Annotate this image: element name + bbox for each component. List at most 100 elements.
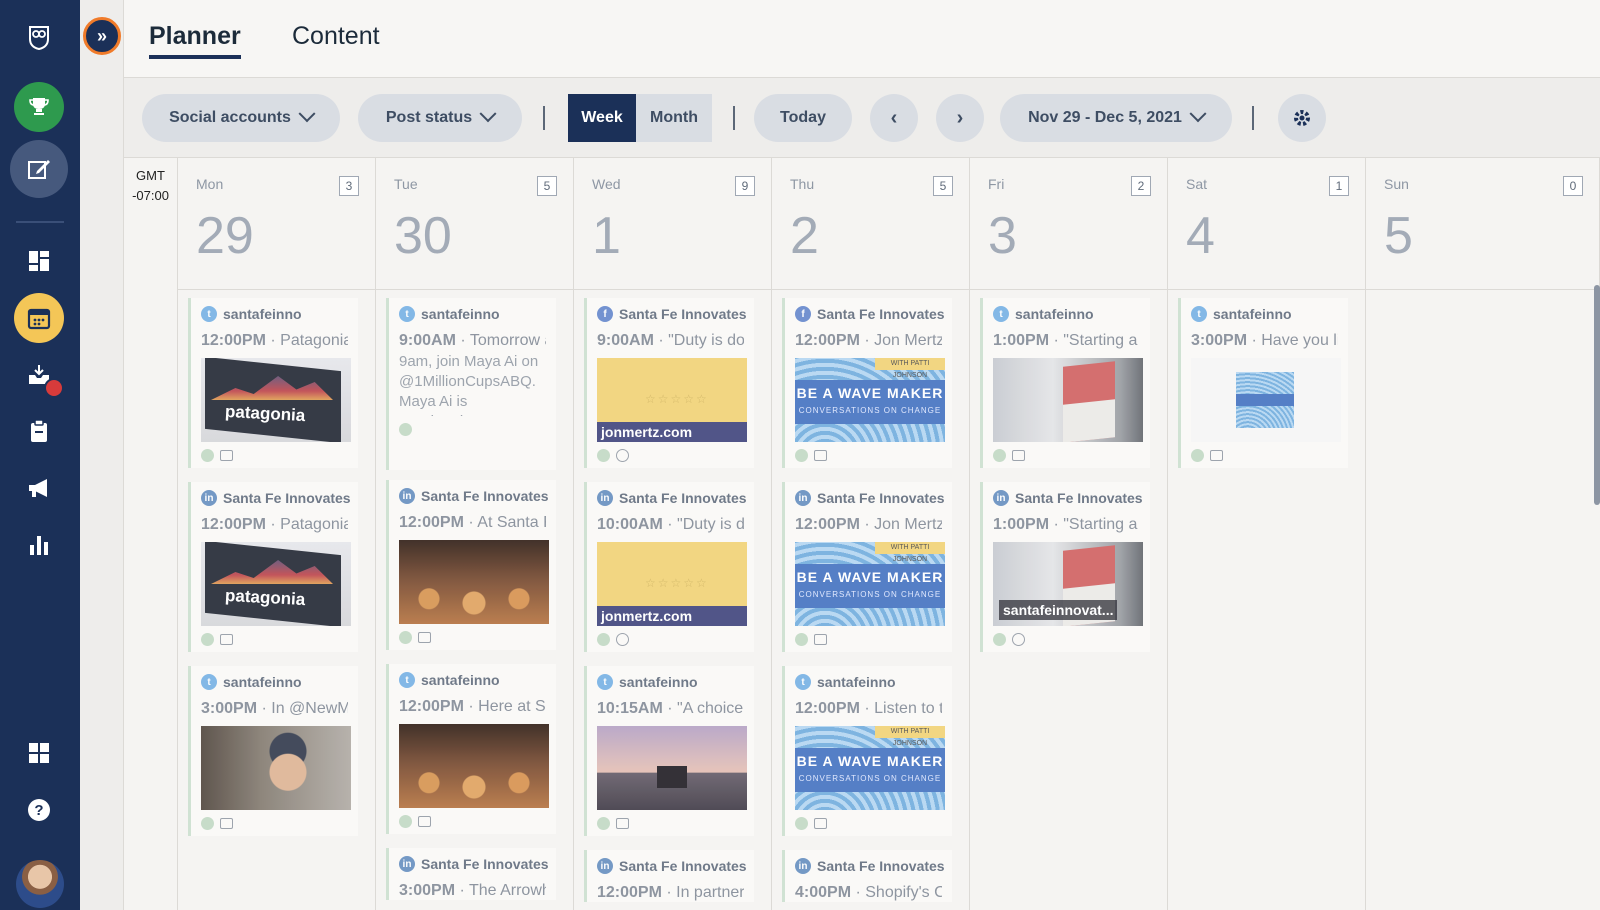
image-logo-text: patagonia [224, 401, 306, 426]
tab-content[interactable]: Content [292, 22, 380, 51]
left-navigation: ? [0, 0, 80, 910]
post-text: "Duty is doi [668, 332, 744, 349]
day-header-fri[interactable]: Fri 2 3 [970, 158, 1168, 290]
post-text: At Santa F [477, 514, 546, 531]
toolbar-divider [733, 106, 735, 130]
day-header-sun[interactable]: Sun 0 5 [1366, 158, 1600, 290]
post-image [201, 726, 351, 810]
apps-grid-icon[interactable] [14, 728, 64, 778]
megaphone-icon[interactable] [14, 463, 64, 513]
user-avatar[interactable] [16, 860, 64, 908]
today-button[interactable]: Today [754, 94, 852, 142]
month-view-button[interactable]: Month [636, 94, 712, 142]
twitter-icon: t [993, 306, 1009, 322]
post-time: 3:00PM [1191, 332, 1248, 349]
post-separator: · [455, 882, 469, 899]
post-count-badge: 0 [1563, 176, 1583, 196]
post-card[interactable]: f Santa Fe Innovates 9:00AM · "Duty is do… [584, 298, 754, 468]
link-preview-caption: santafeinnovat... [999, 600, 1118, 620]
clipboard-icon[interactable] [14, 406, 64, 456]
post-text: In @NewMe [271, 700, 348, 717]
post-card[interactable]: in Santa Fe Innovates 1:00PM · "Starting … [980, 482, 1150, 652]
day-header-mon[interactable]: Mon 3 29 [178, 158, 376, 290]
owl-logo-icon[interactable] [14, 12, 64, 62]
week-view-button[interactable]: Week [568, 94, 636, 142]
post-card[interactable]: t santafeinno 12:00PM · Here at Sa [386, 664, 556, 834]
linkedin-icon: in [597, 490, 613, 506]
date-range-dropdown[interactable]: Nov 29 - Dec 5, 2021 [1000, 94, 1232, 142]
post-text: Patagonia [280, 332, 348, 349]
settings-button[interactable] [1278, 94, 1326, 142]
day-name: Mon [196, 176, 224, 192]
post-card[interactable]: in Santa Fe Innovates 3:00PM · The Arrowh [386, 848, 556, 900]
collapsed-panel-strip: » [80, 0, 124, 910]
post-card[interactable]: t santafeinno 12:00PM · Listen to t WITH … [782, 666, 952, 836]
next-week-button[interactable]: › [936, 94, 984, 142]
help-icon[interactable]: ? [14, 785, 64, 835]
post-card[interactable]: t santafeinno 12:00PM · Patagonia patagon… [188, 298, 358, 468]
post-separator: · [265, 516, 281, 533]
day-name: Fri [988, 176, 1005, 192]
linkedin-icon: in [399, 856, 415, 872]
post-card[interactable]: t santafeinno 3:00PM · Have you li [1178, 298, 1348, 468]
post-card[interactable]: in Santa Fe Innovates 12:00PM · At Santa … [386, 480, 556, 650]
post-card[interactable]: in Santa Fe Innovates 12:00PM · Jon Mertz… [782, 482, 952, 652]
post-time: 1:00PM [993, 332, 1050, 349]
post-count-badge: 9 [735, 176, 755, 196]
dashboard-icon[interactable] [14, 236, 64, 286]
image-logo-text: patagonia [224, 585, 306, 610]
post-image: patagonia [201, 358, 351, 442]
day-header-sat[interactable]: Sat 1 4 [1168, 158, 1366, 290]
analytics-icon[interactable] [14, 520, 64, 570]
post-account: santafeinno [223, 306, 302, 322]
image-subtitle-text: CONVERSATIONS ON CHANGE [798, 590, 942, 599]
tab-planner[interactable]: Planner [149, 22, 241, 59]
day-name: Sun [1384, 176, 1409, 192]
post-time: 1:00PM [993, 516, 1050, 533]
post-card[interactable]: t santafeinno 9:00AM · Tomorrow a 9am, jo… [386, 298, 556, 470]
image-icon [814, 817, 827, 829]
post-body: 9am, join Maya Ai on @1MillionCupsABQ. M… [399, 353, 539, 416]
post-card[interactable]: t santafeinno 3:00PM · In @NewMe [188, 666, 358, 836]
post-image: ☆☆☆☆☆ jonmertz.com [597, 358, 747, 442]
post-card[interactable]: t santafeinno 10:15AM · "A choice i [584, 666, 754, 836]
chevron-down-icon [1189, 105, 1207, 123]
approved-check-icon [399, 422, 412, 436]
post-card[interactable]: in Santa Fe Innovates 4:00PM · Shopify's … [782, 850, 952, 902]
post-account: Santa Fe Innovates [223, 490, 351, 506]
linkedin-icon: in [597, 858, 613, 874]
compose-icon[interactable] [10, 140, 68, 198]
expand-panel-button[interactable]: » [83, 17, 121, 55]
post-separator: · [662, 700, 678, 717]
trophy-icon[interactable] [14, 82, 64, 132]
calendar-scrollbar[interactable] [1594, 285, 1600, 505]
post-time: 12:00PM [399, 698, 464, 715]
post-image: WITH PATTI JOHNSON BE A WAVE MAKER CONVERS… [795, 358, 945, 442]
day-header-wed[interactable]: Wed 9 1 [574, 158, 772, 290]
post-card[interactable]: f Santa Fe Innovates 12:00PM · Jon Mertz … [782, 298, 952, 468]
date-range-label: Nov 29 - Dec 5, 2021 [1028, 109, 1182, 126]
approved-check-icon [597, 448, 610, 462]
inbox-icon[interactable] [14, 350, 64, 400]
post-separator: · [662, 516, 678, 533]
day-header-thu[interactable]: Thu 5 2 [772, 158, 970, 290]
timezone-label: GMT -07:00 [124, 158, 178, 290]
post-time: 3:00PM [201, 700, 258, 717]
approved-check-icon [399, 630, 412, 644]
day-header-tue[interactable]: Tue 5 30 [376, 158, 574, 290]
post-image: santafeinnovat... [993, 542, 1143, 626]
chevron-down-icon [479, 105, 497, 123]
post-status-dropdown[interactable]: Post status [358, 94, 522, 142]
post-account: Santa Fe Innovates [817, 306, 945, 322]
post-card[interactable]: in Santa Fe Innovates 10:00AM · "Duty is … [584, 482, 754, 652]
post-card[interactable]: in Santa Fe Innovates 12:00PM · In partne… [584, 850, 754, 902]
stars-decoration: ☆☆☆☆☆ [645, 392, 709, 406]
previous-week-button[interactable]: ‹ [870, 94, 918, 142]
post-card[interactable]: in Santa Fe Innovates 12:00PM · Patagonia… [188, 482, 358, 652]
planner-calendar-icon[interactable] [14, 293, 64, 343]
post-separator: · [859, 700, 875, 717]
chevron-down-icon [298, 105, 316, 123]
post-card[interactable]: t santafeinno 1:00PM · "Starting a [980, 298, 1150, 468]
social-accounts-dropdown[interactable]: Social accounts [142, 94, 340, 142]
image-icon [418, 631, 431, 643]
